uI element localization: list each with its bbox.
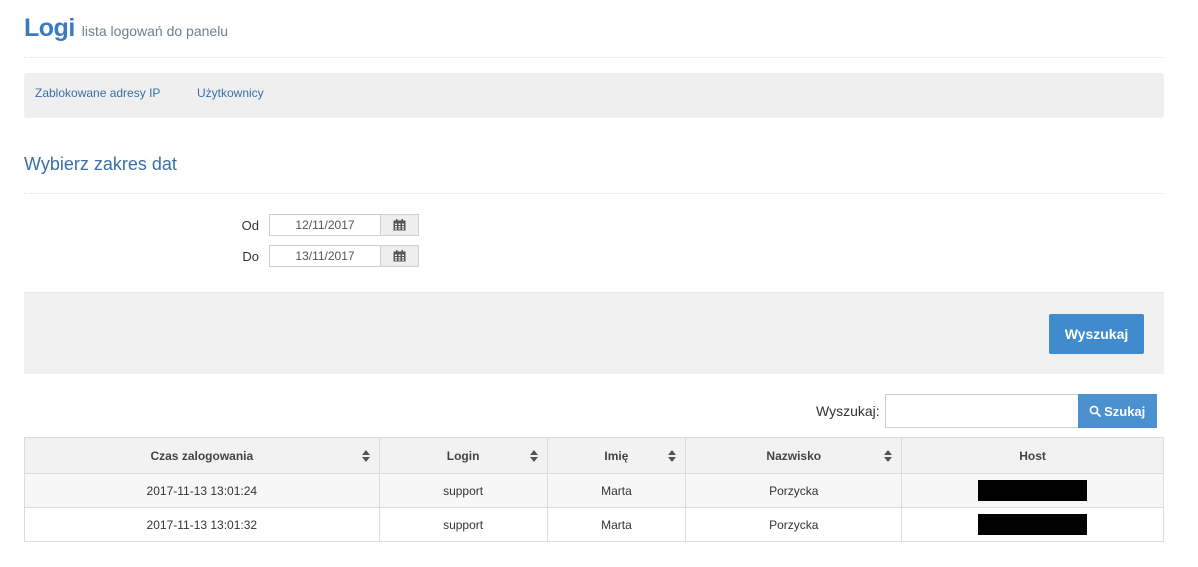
calendar-icon xyxy=(393,250,406,262)
table-search-button[interactable]: Szukaj xyxy=(1077,394,1157,428)
cell-last-name: Porzycka xyxy=(685,507,903,542)
column-header-login-time[interactable]: Czas zalogowania xyxy=(24,437,380,474)
section-divider xyxy=(24,193,1164,194)
column-header-host: Host xyxy=(901,437,1164,474)
table-search: Wyszukaj: Szukaj xyxy=(816,394,1157,428)
sort-icon xyxy=(361,450,370,462)
column-header-label: Nazwisko xyxy=(766,448,822,463)
cell-login: support xyxy=(378,507,548,542)
cell-first-name: Marta xyxy=(546,473,687,508)
login-log-table: Czas zalogowania Login Imię Nazwisko Hos… xyxy=(24,437,1164,542)
cell-last-name: Porzycka xyxy=(685,473,903,508)
date-from-row: Od 12/11/2017 xyxy=(200,214,419,236)
cell-first-name: Marta xyxy=(546,507,687,542)
cell-login: support xyxy=(378,473,548,508)
date-search-button[interactable]: Wyszukaj xyxy=(1049,314,1144,354)
header-divider xyxy=(24,57,1164,58)
cell-login-time: 2017-11-13 13:01:24 xyxy=(24,473,380,508)
table-row: 2017-11-13 13:01:24 support Marta Porzyc… xyxy=(24,473,1164,508)
filter-actions-bar: Wyszukaj xyxy=(24,292,1164,374)
column-header-last-name[interactable]: Nazwisko xyxy=(685,437,903,474)
column-header-label: Login xyxy=(446,448,480,463)
redacted-host xyxy=(978,514,1088,535)
page-subtitle: lista logowań do panelu xyxy=(81,23,229,39)
sort-icon xyxy=(529,450,538,462)
search-icon xyxy=(1089,405,1101,417)
cell-host xyxy=(901,507,1164,542)
calendar-icon xyxy=(393,219,406,231)
date-to-label: Do xyxy=(242,248,259,264)
cell-login-time: 2017-11-13 13:01:32 xyxy=(24,507,380,542)
date-from-input[interactable]: 12/11/2017 xyxy=(269,214,380,236)
redacted-host xyxy=(978,480,1088,501)
cell-host xyxy=(901,473,1164,508)
date-to-calendar-button[interactable] xyxy=(380,245,419,267)
page-header: Logi lista logowań do panelu xyxy=(24,14,228,43)
table-search-button-label: Szukaj xyxy=(1104,403,1146,419)
column-header-label: Host xyxy=(1019,448,1046,463)
page-title: Logi xyxy=(24,14,75,42)
column-header-login[interactable]: Login xyxy=(378,437,548,474)
date-range-title: Wybierz zakres dat xyxy=(24,154,177,174)
date-to-row: Do 13/11/2017 xyxy=(200,245,419,267)
table-header-row: Czas zalogowania Login Imię Nazwisko Hos… xyxy=(24,437,1164,474)
date-from-calendar-button[interactable] xyxy=(380,214,419,236)
sort-icon xyxy=(668,450,677,462)
table-row: 2017-11-13 13:01:32 support Marta Porzyc… xyxy=(24,507,1164,542)
column-header-label: Czas zalogowania xyxy=(150,448,254,463)
sub-navigation: Zablokowane adresy IP Użytkownicy xyxy=(24,73,1164,118)
table-search-label: Wyszukaj: xyxy=(816,403,880,419)
nav-link-users[interactable]: Użytkownicy xyxy=(197,86,264,100)
nav-link-blocked-ips[interactable]: Zablokowane adresy IP xyxy=(35,86,160,100)
date-to-input[interactable]: 13/11/2017 xyxy=(269,245,380,267)
table-search-input[interactable] xyxy=(884,394,1078,428)
column-header-label: Imię xyxy=(604,448,629,463)
column-header-first-name[interactable]: Imię xyxy=(546,437,687,474)
sort-icon xyxy=(884,450,893,462)
date-from-label: Od xyxy=(241,217,259,233)
